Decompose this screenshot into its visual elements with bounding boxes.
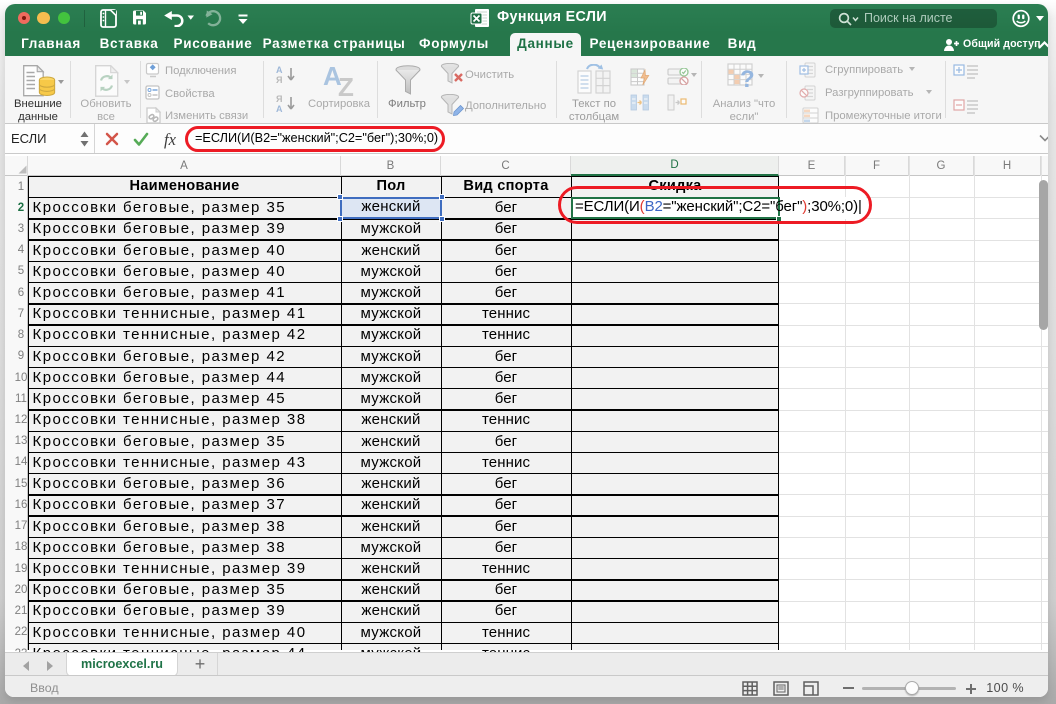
svg-text:?: ? xyxy=(740,66,755,91)
svg-text:А: А xyxy=(276,104,283,114)
svg-text:fx: fx xyxy=(164,130,177,149)
svg-text:А: А xyxy=(276,65,283,75)
svg-text:Z: Z xyxy=(338,72,354,97)
svg-text:Я: Я xyxy=(276,75,282,85)
svg-text:Я: Я xyxy=(276,94,282,104)
